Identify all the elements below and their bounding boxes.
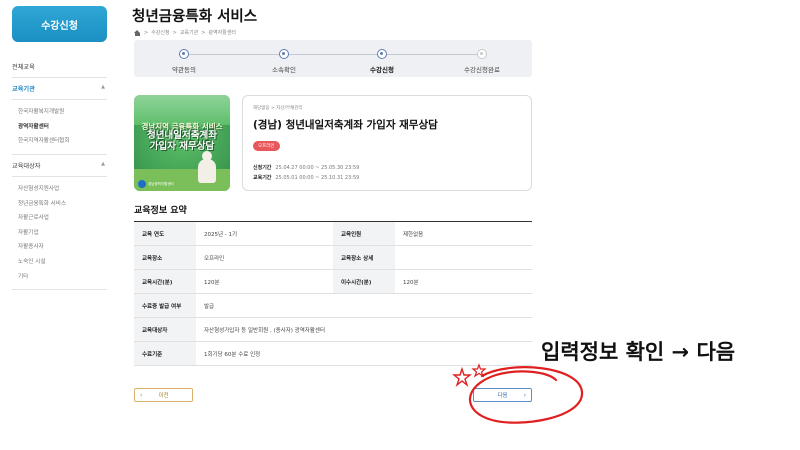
thumbnail-title: 청년내일저축계좌 가입자 재무상담	[147, 130, 217, 152]
sidebar-subitem[interactable]: 자활종사자	[18, 239, 107, 254]
summary-table: 교육 연도 2025년 - 1기 교육인원 제한없음 교육장소 오프라인 교육장…	[134, 221, 532, 366]
chevron-up-icon: ▲	[101, 160, 105, 167]
sidebar-subitem[interactable]: 자산형성지원사업	[18, 181, 107, 196]
star-icon	[471, 363, 487, 378]
step-label: 소속확인	[272, 66, 296, 74]
table-value: 2025년 - 1기	[196, 221, 333, 246]
sidebar-subitem[interactable]: 노숙인 시설	[18, 254, 107, 269]
chevron-up-icon: ▲	[101, 84, 105, 90]
sidebar-subitem[interactable]: 기타	[18, 268, 107, 283]
sidebar-item-label: 교육대상자	[12, 162, 41, 170]
table-row: 교육장소 오프라인 교육장소 상세	[134, 245, 532, 270]
sidebar-subitem[interactable]: 자활기업	[18, 225, 107, 240]
step-dot	[279, 49, 289, 59]
step-dot	[179, 49, 189, 59]
table-value: 120분	[395, 269, 532, 294]
course-info-card: 해당없음 > 자산/부채관리 (경남) 청년내일저축계좌 가입자 재무상담 오프…	[242, 95, 532, 191]
breadcrumb: > 수강신청 > 교육기관 > 광역자활센터	[134, 29, 236, 36]
step-apply: 수강신청	[332, 49, 432, 74]
course-name: (경남) 청년내일저축계좌 가입자 재무상담	[253, 119, 438, 131]
table-row: 교육시간(분) 120분 이수시간(분) 120분	[134, 269, 532, 294]
table-value: 1회기당 60분 수료 인정	[196, 341, 532, 366]
step-progress: 약관동의 소속확인 수강신청 수강신청완료	[134, 40, 532, 77]
table-key: 교육시간(분)	[134, 269, 196, 294]
table-value: 자산형성가입자 등 일반회원 , (종사자) 광역자활센터	[196, 317, 532, 342]
table-key: 교육 연도	[134, 221, 196, 246]
sidebar-subitem[interactable]: 한국지역자활센터협회	[18, 133, 107, 148]
summary-title: 교육정보 요약	[134, 206, 187, 216]
sidebar-item-all-education[interactable]: 전체교육	[12, 56, 107, 78]
breadcrumb-item[interactable]: 광역자활센터	[208, 29, 236, 36]
table-value: 제한없음	[395, 221, 532, 246]
table-value: 발급	[196, 293, 532, 318]
table-key: 이수시간(분)	[333, 269, 395, 294]
table-row: 수료기준 1회기당 60분 수료 인정	[134, 341, 532, 366]
sidebar-subitem[interactable]: 자활근로사업	[18, 210, 107, 225]
table-value	[395, 245, 532, 270]
sidebar-subitem[interactable]: 한국자활복지개발원	[18, 104, 107, 119]
org-logo-icon	[138, 180, 146, 188]
apply-period: 25.04.27 00:00 ~ 25.05.30 23:59	[275, 165, 360, 171]
table-key: 수료기준	[134, 341, 196, 366]
course-thumbnail: 경남지역 금융특화 서비스 청년내일저축계좌 가입자 재무상담 경남광역자활센터	[134, 95, 230, 191]
table-value: 오프라인	[196, 245, 333, 270]
table-row: 교육 연도 2025년 - 1기 교육인원 제한없음	[134, 221, 532, 246]
breadcrumb-item[interactable]: 수강신청	[151, 29, 169, 36]
step-complete: 수강신청완료	[432, 49, 532, 74]
edu-period: 25.05.01 00:00 ~ 25.10.31 23:59	[275, 175, 360, 181]
apply-period-label: 신청기간	[253, 165, 272, 171]
step-label: 약관동의	[172, 66, 196, 74]
page-title: 청년금융특화 서비스	[132, 9, 258, 25]
edu-period-label: 교육기간	[253, 175, 272, 181]
step-affiliation: 소속확인	[234, 49, 334, 74]
home-icon[interactable]	[134, 29, 141, 36]
course-apply-button[interactable]: 수강신청	[12, 6, 107, 42]
table-key: 교육대상자	[134, 317, 196, 342]
table-key: 교육장소 상세	[333, 245, 395, 270]
course-dates: 신청기간 25.04.27 00:00 ~ 25.05.30 23:59 교육기간…	[253, 164, 359, 184]
table-key: 교육인원	[333, 221, 395, 246]
sidebar-submenu-institution: 한국자활복지개발원 광역자활센터 한국지역자활센터협회	[12, 100, 107, 155]
sidebar-submenu-target: 자산형성지원사업 청년금융특화 서비스 자활근로사업 자활기업 자활종사자 노숙…	[12, 177, 107, 290]
sidebar-item-target[interactable]: 교육대상자 ▲	[12, 155, 107, 177]
sidebar-item-institution[interactable]: 교육기관 ▲	[12, 78, 107, 100]
table-key: 교육장소	[134, 245, 196, 270]
arrow-right-icon: ›	[523, 392, 526, 399]
step-label-current: 수강신청	[370, 66, 394, 74]
thumbnail-org: 경남광역자활센터	[148, 182, 174, 186]
prev-button[interactable]: ‹ 이전	[134, 388, 193, 402]
sidebar-subitem-selected[interactable]: 광역자활센터	[18, 119, 107, 134]
table-row: 교육대상자 자산형성가입자 등 일반회원 , (종사자) 광역자활센터	[134, 317, 532, 342]
sidebar-item-label: 교육기관	[12, 86, 35, 93]
table-key: 수료증 발급 여부	[134, 293, 196, 318]
breadcrumb-item[interactable]: 교육기관	[180, 29, 198, 36]
course-category: 해당없음 > 자산/부채관리	[253, 106, 303, 111]
arrow-left-icon: ‹	[140, 392, 143, 399]
status-badge: 오프라인	[253, 141, 280, 151]
next-button[interactable]: 다음 ›	[473, 388, 532, 402]
step-label: 수강신청완료	[464, 66, 500, 74]
table-row: 수료증 발급 여부 발급	[134, 293, 532, 318]
sidebar-subitem[interactable]: 청년금융특화 서비스	[18, 195, 107, 210]
annotation-text: 입력정보 확인 → 다음	[541, 340, 736, 364]
step-dot-current	[377, 49, 387, 59]
table-value: 120분	[196, 269, 333, 294]
step-terms: 약관동의	[134, 49, 234, 74]
sidebar: 수강신청 전체교육 교육기관 ▲ 한국자활복지개발원 광역자활센터 한국지역자활…	[12, 6, 107, 290]
star-icon	[452, 366, 472, 388]
character-illustration	[198, 151, 216, 183]
step-dot-inactive	[477, 49, 487, 59]
